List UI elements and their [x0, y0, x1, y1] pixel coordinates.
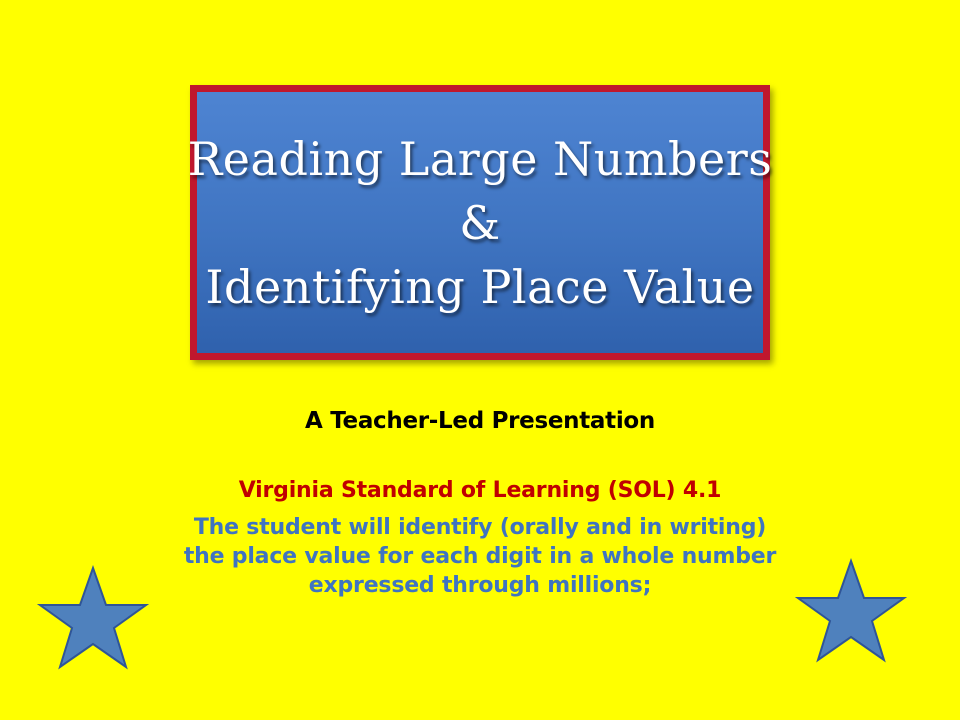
star-icon — [795, 558, 907, 663]
title-line-3: Identifying Place Value — [205, 259, 755, 314]
description-line-2: the place value for each digit in a whol… — [183, 544, 777, 569]
standard-description: The student will identify (orally and in… — [140, 513, 820, 600]
title-box: Reading Large Numbers & Identifying Plac… — [187, 85, 773, 360]
subtitle: A Teacher-Led Presentation — [304, 408, 655, 434]
standard-heading: Virginia Standard of Learning (SOL) 4.1 — [238, 478, 722, 503]
description-line-3: expressed through millions; — [308, 573, 652, 598]
title-line-2: & — [459, 195, 501, 250]
title-line-1: Reading Large Numbers — [187, 131, 773, 186]
star-icon — [37, 565, 149, 670]
description-line-1: The student will identify (orally and in… — [193, 515, 767, 540]
slide: Reading Large Numbers & Identifying Plac… — [0, 0, 960, 720]
